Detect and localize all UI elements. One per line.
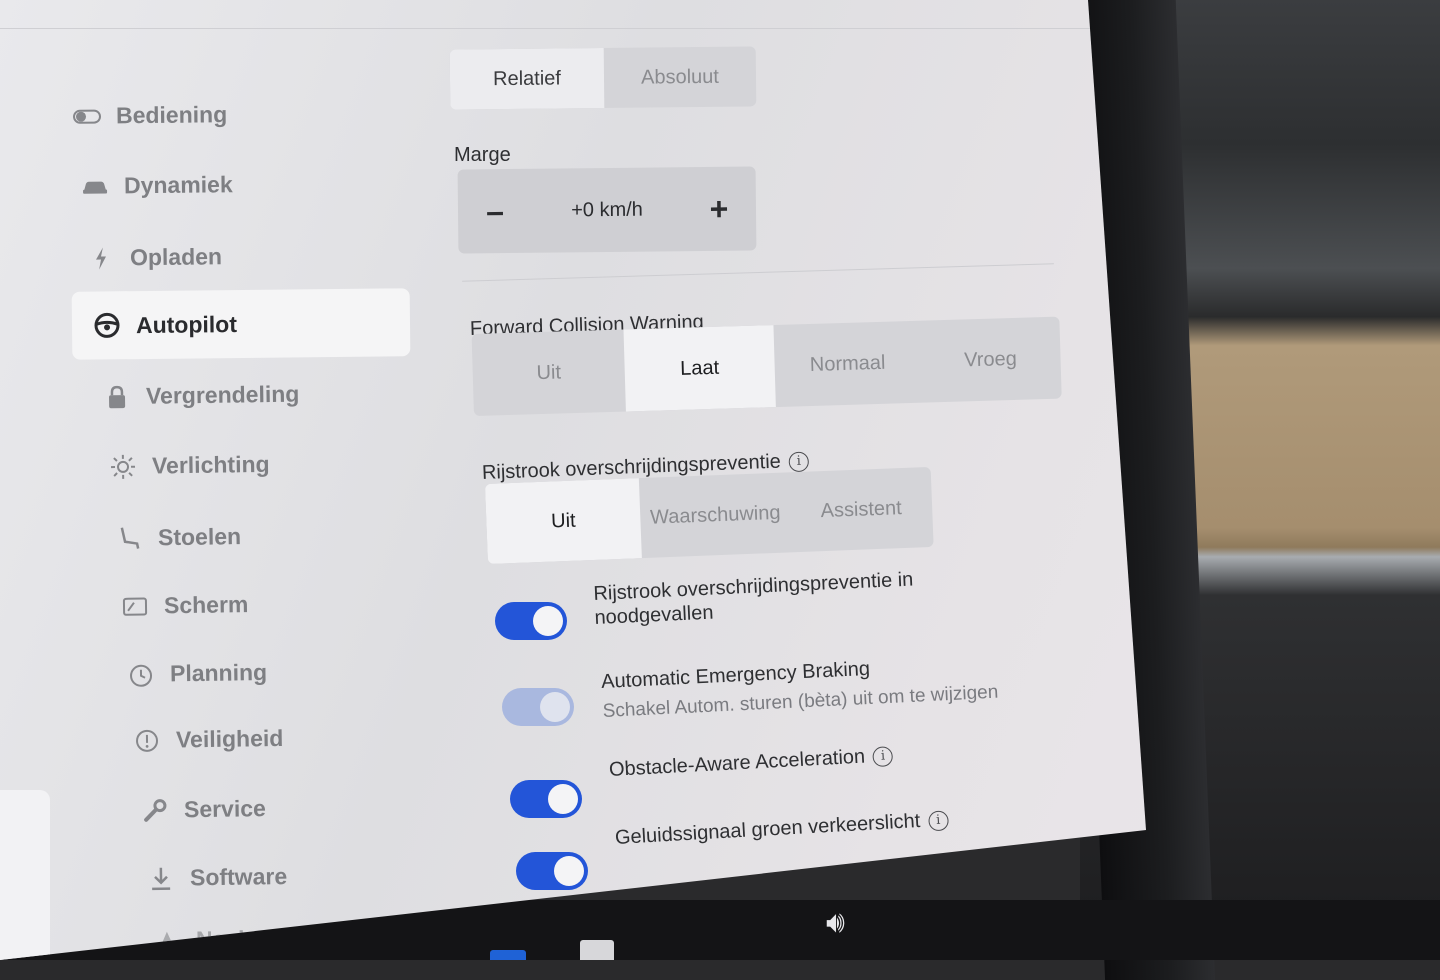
speed-mode-relatief[interactable]: Relatief (450, 48, 605, 110)
sidebar-item-label: Software (190, 863, 288, 891)
sun-icon (108, 453, 138, 479)
settings-sidebar: Bediening Dynamiek Opladen Autopilot Ver… (0, 0, 440, 960)
margin-value: +0 km/h (571, 198, 643, 222)
fcw-option-laat[interactable]: Laat (624, 325, 776, 411)
clock-icon (126, 661, 156, 687)
steering-wheel-icon (92, 312, 122, 338)
touchscreen: Bediening Dynamiek Opladen Autopilot Ver… (0, 0, 1150, 960)
download-icon (146, 865, 176, 891)
fcw-option-normaal[interactable]: Normaal (773, 321, 921, 407)
sidebar-item-dynamiek[interactable]: Dynamiek (80, 171, 233, 200)
lane-option-assistent[interactable]: Assistent (789, 467, 934, 552)
obstacle-acceleration-toggle[interactable] (510, 780, 582, 818)
sidebar-item-vergrendeling[interactable]: Vergrendeling (102, 381, 300, 411)
speed-mode-absoluut[interactable]: Absoluut (604, 46, 757, 108)
fcw-option-uit[interactable]: Uit (472, 330, 626, 416)
sidebar-item-label: Autopilot (136, 311, 237, 339)
fcw-option-vroeg[interactable]: Vroeg (919, 317, 1061, 403)
display-icon (120, 593, 150, 619)
sidebar-item-label: Planning (170, 659, 267, 687)
emergency-lane-label: Rijstrook overschrijdingspreventie in no… (593, 568, 915, 630)
green-light-chime-toggle[interactable] (516, 852, 588, 890)
sidebar-item-service[interactable]: Service (140, 795, 266, 824)
sidebar-item-bediening[interactable]: Bediening (72, 101, 227, 130)
sidebar-item-label: Stoelen (158, 523, 241, 551)
info-icon[interactable]: i (928, 810, 949, 831)
margin-label: Marge (454, 144, 511, 167)
sidebar-item-label: Opladen (130, 243, 222, 271)
sidebar-item-stoelen[interactable]: Stoelen (114, 523, 241, 552)
sidebar-item-label: Dynamiek (124, 171, 233, 199)
sidebar-item-opladen[interactable]: Opladen (86, 243, 222, 271)
sidebar-item-planning[interactable]: Planning (126, 659, 267, 688)
margin-stepper: – +0 km/h + (458, 166, 757, 253)
seat-icon (114, 525, 144, 551)
left-edge-panel (0, 790, 50, 960)
alert-circle-icon (132, 727, 162, 753)
margin-plus-button[interactable]: + (704, 190, 734, 227)
volume-icon[interactable]: 🔊︎ (826, 906, 845, 940)
lane-option-waarschuwing[interactable]: Waarschuwing (639, 472, 792, 558)
obstacle-acceleration-label: Obstacle-Aware Acceleration i (608, 743, 893, 782)
lane-option-uit[interactable]: Uit (485, 478, 642, 564)
sidebar-item-label: Veiligheid (176, 725, 284, 753)
green-light-chime-text: Geluidssignaal groen verkeerslicht (614, 810, 920, 849)
sidebar-item-label: Vergrendeling (146, 381, 300, 410)
fcw-segmented: Uit Laat Normaal Vroeg (472, 317, 1062, 416)
emergency-lane-toggle[interactable] (495, 602, 567, 640)
aeb-label: Automatic Emergency Braking Schakel Auto… (601, 651, 999, 724)
taskbar-app-icon[interactable] (490, 950, 526, 960)
sidebar-item-veiligheid[interactable]: Veiligheid (132, 725, 284, 754)
taskbar-app-icon[interactable] (580, 940, 614, 960)
sidebar-item-label: Verlichting (152, 451, 270, 480)
section-divider (462, 263, 1054, 282)
toggle-knob (540, 692, 570, 722)
info-icon[interactable]: i (873, 746, 894, 767)
bolt-icon (86, 245, 116, 271)
toggle-icon (72, 103, 102, 129)
sidebar-item-scherm[interactable]: Scherm (120, 591, 249, 620)
sidebar-item-label: Service (184, 795, 266, 823)
sidebar-item-software[interactable]: Software (146, 863, 288, 892)
green-light-chime-label: Geluidssignaal groen verkeerslicht i (614, 807, 949, 850)
lane-segmented: Uit Waarschuwing Assistent (485, 467, 934, 564)
sidebar-item-verlichting[interactable]: Verlichting (108, 451, 270, 480)
car-icon (80, 173, 110, 199)
speed-mode-segmented: Relatief Absoluut (450, 46, 757, 109)
sidebar-item-label: Bediening (116, 101, 227, 129)
obstacle-acceleration-text: Obstacle-Aware Acceleration (608, 746, 865, 781)
margin-minus-button[interactable]: – (480, 193, 510, 230)
lock-icon (102, 383, 132, 409)
toggle-knob (548, 784, 578, 814)
toggle-knob (554, 856, 584, 886)
wrench-icon (140, 797, 170, 823)
toggle-knob (533, 606, 563, 636)
sidebar-item-label: Scherm (164, 591, 249, 619)
sidebar-item-autopilot[interactable]: Autopilot (72, 288, 411, 360)
info-icon[interactable]: i (788, 451, 809, 472)
aeb-toggle[interactable] (502, 688, 574, 726)
